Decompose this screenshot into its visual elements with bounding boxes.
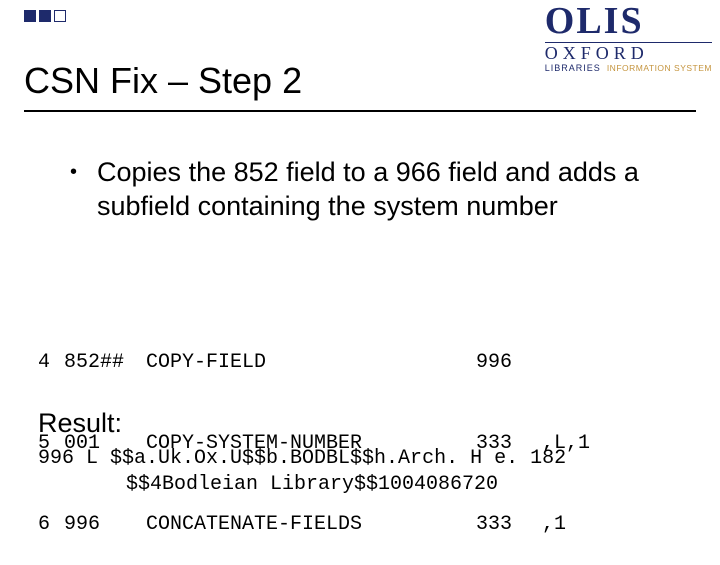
square-icon [39, 10, 51, 22]
code-index: 6 [38, 511, 64, 538]
code-tag: 996 [64, 511, 146, 538]
code-row: 6 996 CONCATENATE-FIELDS 333 ,1 [38, 511, 690, 538]
bullet-item: • Copies the 852 field to a 966 field an… [70, 155, 690, 223]
decorative-squares [24, 10, 66, 22]
result-code: 996 L $$a.Uk.Ox.U$$b.BODBL$$h.Arch. H e.… [38, 446, 690, 498]
code-listing: 4 852## COPY-FIELD 996 5 001 COPY-SYSTEM… [38, 295, 690, 565]
result-line-1: 996 L $$a.Uk.Ox.U$$b.BODBL$$h.Arch. H e.… [38, 446, 690, 472]
logo-libraries: LIBRARIES [545, 64, 601, 73]
slide-title: CSN Fix – Step 2 [24, 60, 302, 102]
square-icon [54, 10, 66, 22]
code-command: CONCATENATE-FIELDS [146, 511, 476, 538]
olis-logo: OLIS OXFORD LIBRARIES INFORMATION SYSTEM [545, 2, 712, 73]
logo-info: INFORMATION SYSTEM [607, 64, 712, 73]
code-row: 4 852## COPY-FIELD 996 [38, 349, 690, 376]
bullet-text: Copies the 852 field to a 966 field and … [97, 155, 690, 223]
square-icon [24, 10, 36, 22]
code-rest: ,1 [542, 511, 566, 538]
logo-org: OXFORD [545, 42, 712, 62]
code-tag: 852## [64, 349, 146, 376]
bullet-marker: • [70, 155, 77, 223]
result-heading: Result: [38, 408, 122, 439]
result-line-2: $$4Bodleian Library$$1004086720 [38, 472, 690, 498]
code-dest: 996 [476, 349, 542, 376]
code-dest: 333 [476, 511, 542, 538]
title-underline [24, 110, 696, 112]
code-index: 4 [38, 349, 64, 376]
logo-brand: OLIS [545, 2, 712, 40]
code-command: COPY-FIELD [146, 349, 476, 376]
